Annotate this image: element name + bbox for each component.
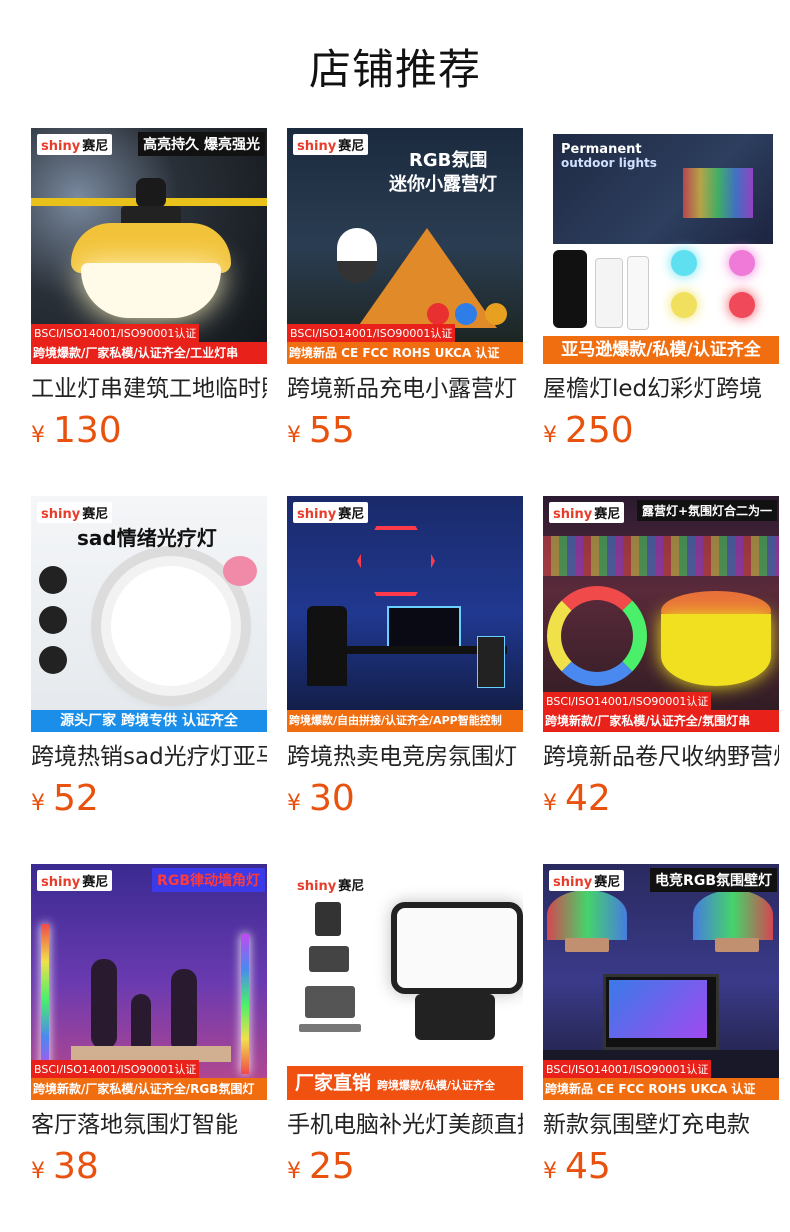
price-value: 130	[53, 410, 122, 451]
price-value: 25	[309, 1146, 355, 1187]
product-image[interactable]: shiny 赛尼 露营灯+氛围灯合二为一 BSCI/ISO14001/ISO900…	[543, 496, 779, 732]
product-title[interactable]: 客厅落地氛围灯智能	[31, 1110, 267, 1140]
price-value: 42	[565, 778, 611, 819]
shop-recommendations-page: 店铺推荐 shiny 赛尼 高亮持久 爆亮强光 BSCI/ISO14001/ISO…	[0, 0, 790, 1232]
cert-label: BSCI/ISO14001/ISO90001认证	[543, 692, 712, 710]
price-value: 250	[565, 410, 634, 451]
currency-symbol: ¥	[543, 1159, 557, 1184]
currency-symbol: ¥	[31, 791, 45, 816]
promo-strip: 厂家直销 跨境爆款/私模/认证齐全	[287, 1066, 523, 1100]
promo-strip: 源头厂家 跨境专供 认证齐全	[31, 710, 267, 732]
currency-symbol: ¥	[287, 791, 301, 816]
product-headline: sad情绪光疗灯	[77, 526, 217, 550]
promo-strip-secondary: 跨境爆款/私模/认证齐全	[377, 1079, 496, 1092]
product-price: ¥250	[543, 412, 779, 450]
brand-logo: shiny 赛尼	[549, 870, 625, 891]
product-card[interactable]: shiny 赛尼 RGB律动墙角灯 BSCI/ISO14001/ISO90001认…	[31, 864, 267, 1186]
currency-symbol: ¥	[287, 1159, 301, 1184]
product-price: ¥42	[543, 780, 779, 818]
product-banner: 露营灯+氛围灯合二为一	[636, 500, 777, 521]
brand-logo: shiny 赛尼	[293, 502, 369, 523]
currency-symbol: ¥	[287, 423, 301, 448]
currency-symbol: ¥	[31, 423, 45, 448]
product-card[interactable]: shiny 赛尼 跨境爆款/自由拼接/认证齐全/APP智能控制 跨境热卖电竞房氛围…	[287, 496, 523, 818]
promo-strip: 跨境爆款/厂家私模/认证齐全/工业灯串	[31, 342, 267, 364]
price-value: 30	[309, 778, 355, 819]
box-text-primary: Permanent	[561, 142, 642, 157]
brand-logo: shiny 赛尼	[293, 134, 369, 155]
box-text-secondary: outdoor lights	[561, 156, 657, 170]
promo-strip: 跨境新品 CE FCC ROHS UKCA 认证	[287, 342, 523, 364]
cert-label: BSCI/ISO14001/ISO90001认证	[31, 324, 200, 342]
currency-symbol: ¥	[543, 791, 557, 816]
product-image[interactable]: shiny 赛尼 厂家直销 跨境爆款/私模/认证齐全	[287, 864, 523, 1100]
brand-logo: shiny 赛尼	[37, 870, 113, 891]
product-image[interactable]: shiny 赛尼 RGB律动墙角灯 BSCI/ISO14001/ISO90001认…	[31, 864, 267, 1100]
product-banner: 高亮持久 爆亮强光	[138, 132, 265, 156]
product-banner: RGB律动墙角灯	[152, 868, 265, 892]
product-image[interactable]: shiny 赛尼 电竞RGB氛围壁灯 BSCI/ISO14001/ISO90001…	[543, 864, 779, 1100]
currency-symbol: ¥	[543, 423, 557, 448]
product-price: ¥25	[287, 1148, 523, 1186]
section-title: 店铺推荐	[308, 45, 481, 94]
product-price: ¥52	[31, 780, 267, 818]
product-title[interactable]: 新款氛围壁灯充电款	[543, 1110, 779, 1140]
product-price: ¥130	[31, 412, 267, 450]
product-card[interactable]: shiny 赛尼 露营灯+氛围灯合二为一 BSCI/ISO14001/ISO900…	[543, 496, 779, 818]
product-price: ¥38	[31, 1148, 267, 1186]
product-title[interactable]: 跨境热销sad光疗灯亚马逊	[31, 742, 267, 772]
product-price: ¥30	[287, 780, 523, 818]
promo-strip: 跨境新款/厂家私模/认证齐全/氛围灯串	[543, 710, 779, 732]
promo-strip: 亚马逊爆款/私模/认证齐全	[543, 336, 779, 364]
product-headline: RGB氛围	[409, 150, 488, 171]
product-price: ¥55	[287, 412, 523, 450]
cert-label: BSCI/ISO14001/ISO90001认证	[287, 324, 456, 342]
cert-label: BSCI/ISO14001/ISO90001认证	[31, 1060, 200, 1078]
product-image[interactable]: shiny 赛尼 sad情绪光疗灯 源头厂家 跨境专供 认证齐全	[31, 496, 267, 732]
product-card[interactable]: shiny 赛尼 厂家直销 跨境爆款/私模/认证齐全 手机电脑补光灯美颜直播 ¥25	[287, 864, 523, 1186]
promo-strip: 跨境新款/厂家私模/认证齐全/RGB氛围灯	[31, 1078, 267, 1100]
product-title[interactable]: 屋檐灯led幻彩灯跨境	[543, 374, 779, 404]
brand-logo: shiny 赛尼	[37, 134, 113, 155]
product-card[interactable]: shiny 赛尼 RGB氛围 迷你小露营灯 BSCI/ISO14001/ISO90…	[287, 128, 523, 450]
product-card[interactable]: Permanent outdoor lights 亚马逊爆款/私模/认证齐全 屋…	[543, 128, 779, 450]
product-banner: 电竞RGB氛围壁灯	[650, 868, 777, 892]
brand-logo: shiny 赛尼	[37, 502, 113, 523]
product-image[interactable]: Permanent outdoor lights 亚马逊爆款/私模/认证齐全	[543, 128, 779, 364]
product-title[interactable]: 跨境新品卷尺收纳野营灯	[543, 742, 779, 772]
product-title[interactable]: 跨境热卖电竞房氛围灯	[287, 742, 523, 772]
price-value: 45	[565, 1146, 611, 1187]
product-title[interactable]: 跨境新品充电小露营灯	[287, 374, 523, 404]
brand-logo: shiny 赛尼	[549, 502, 625, 523]
promo-strip: 跨境爆款/自由拼接/认证齐全/APP智能控制	[287, 710, 523, 732]
price-value: 52	[53, 778, 99, 819]
product-title[interactable]: 工业灯串建筑工地临时照明	[31, 374, 267, 404]
product-price: ¥45	[543, 1148, 779, 1186]
product-image[interactable]: shiny 赛尼 RGB氛围 迷你小露营灯 BSCI/ISO14001/ISO90…	[287, 128, 523, 364]
currency-symbol: ¥	[31, 1159, 45, 1184]
product-card[interactable]: shiny 赛尼 高亮持久 爆亮强光 BSCI/ISO14001/ISO90001…	[31, 128, 267, 450]
promo-strip: 跨境新品 CE FCC ROHS UKCA 认证	[543, 1078, 779, 1100]
cert-label: BSCI/ISO14001/ISO90001认证	[543, 1060, 712, 1078]
product-subheadline: 迷你小露营灯	[389, 174, 497, 195]
product-title[interactable]: 手机电脑补光灯美颜直播	[287, 1110, 523, 1140]
product-image[interactable]: shiny 赛尼 高亮持久 爆亮强光 BSCI/ISO14001/ISO90001…	[31, 128, 267, 364]
price-value: 38	[53, 1146, 99, 1187]
product-image[interactable]: shiny 赛尼 跨境爆款/自由拼接/认证齐全/APP智能控制	[287, 496, 523, 732]
product-card[interactable]: shiny 赛尼 sad情绪光疗灯 源头厂家 跨境专供 认证齐全 跨境热销sad光…	[31, 496, 267, 818]
product-card[interactable]: shiny 赛尼 电竞RGB氛围壁灯 BSCI/ISO14001/ISO90001…	[543, 864, 779, 1186]
price-value: 55	[309, 410, 355, 451]
brand-logo: shiny 赛尼	[293, 874, 369, 895]
promo-strip-primary: 厂家直销	[295, 1072, 372, 1094]
